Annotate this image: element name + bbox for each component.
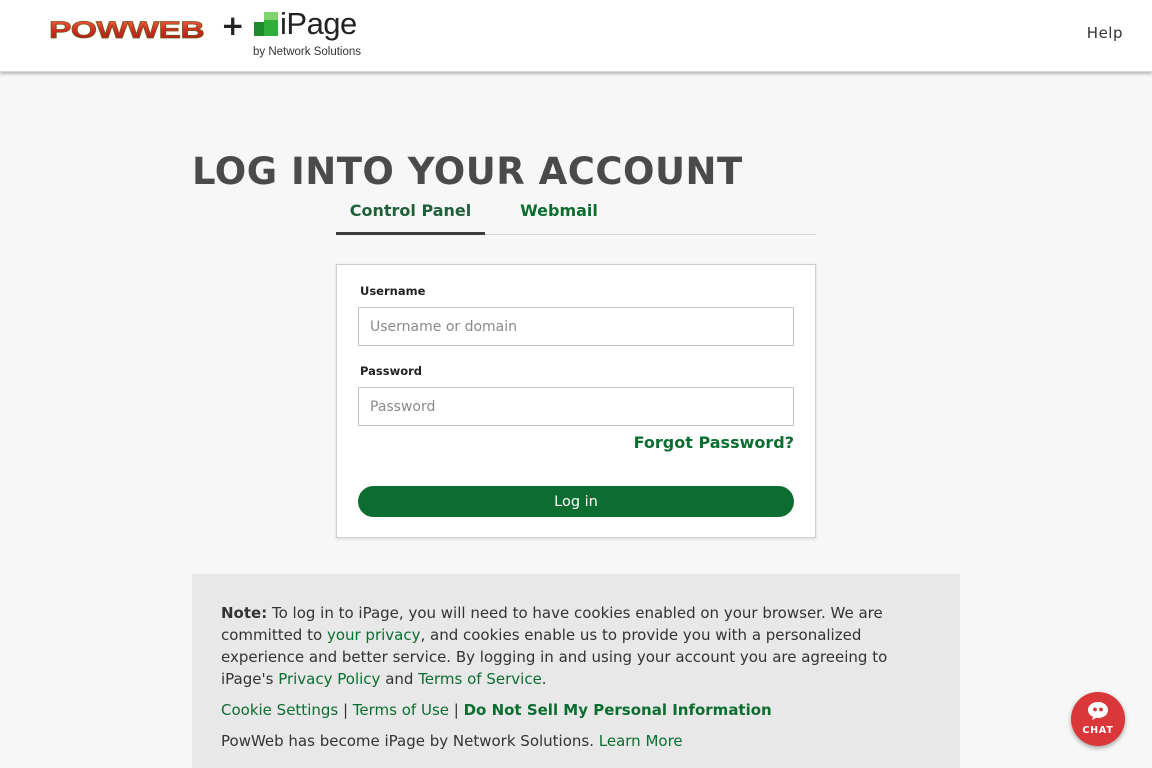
ipage-logo[interactable]: iPage by Network Solutions	[253, 6, 369, 62]
privacy-policy-link[interactable]: Privacy Policy	[278, 670, 380, 688]
password-label: Password	[360, 364, 422, 378]
powweb-logo[interactable]: POWWEB	[48, 14, 206, 46]
password-input[interactable]	[358, 387, 794, 426]
ipage-logo-text: iPage	[280, 6, 357, 41]
tab-control-panel[interactable]: Control Panel	[336, 195, 485, 235]
ipage-logo-subtitle: by Network Solutions	[253, 46, 362, 58]
your-privacy-link[interactable]: your privacy	[327, 626, 421, 644]
ipage-mark-icon	[254, 12, 278, 36]
chat-label: CHAT	[1082, 725, 1114, 736]
cookie-settings-link[interactable]: Cookie Settings	[221, 701, 338, 719]
do-not-sell-link[interactable]: Do Not Sell My Personal Information	[464, 701, 772, 719]
note-lead: Note:	[221, 604, 268, 622]
login-tabs: Control Panel Webmail	[336, 195, 816, 235]
moved-text: PowWeb has become iPage by Network Solut…	[221, 732, 599, 750]
username-input[interactable]	[358, 307, 794, 346]
chat-bubble-icon	[1088, 702, 1108, 720]
note-paragraph: Note: To log in to iPage, you will need …	[221, 602, 932, 690]
footer-links: Cookie Settings | Terms of Use | Do Not …	[221, 699, 932, 721]
note-text-end: .	[541, 670, 547, 688]
terms-of-service-link[interactable]: Terms of Service	[418, 670, 542, 688]
note-text-and: and	[380, 670, 419, 688]
page-title: LOG INTO YOUR ACCOUNT	[192, 150, 743, 193]
learn-more-link[interactable]: Learn More	[599, 732, 683, 750]
logo-plus: +	[221, 9, 245, 42]
help-link[interactable]: Help	[1087, 24, 1123, 42]
powweb-moved-notice: PowWeb has become iPage by Network Solut…	[221, 730, 932, 752]
powweb-logo-text: POWWEB	[49, 17, 204, 44]
terms-of-use-link[interactable]: Terms of Use	[353, 701, 449, 719]
username-label: Username	[360, 284, 426, 298]
tab-webmail[interactable]: Webmail	[485, 195, 633, 235]
login-form: Username Password Forgot Password? Log i…	[336, 264, 816, 538]
forgot-password-link[interactable]: Forgot Password?	[634, 433, 794, 452]
top-header: POWWEB + iPage by Network Solutions Help	[0, 0, 1152, 72]
cookie-note: Note: To log in to iPage, you will need …	[192, 574, 960, 768]
log-in-button[interactable]: Log in	[358, 486, 794, 517]
link-separator: |	[338, 701, 353, 719]
link-separator: |	[449, 701, 464, 719]
chat-button[interactable]: CHAT	[1071, 692, 1125, 746]
